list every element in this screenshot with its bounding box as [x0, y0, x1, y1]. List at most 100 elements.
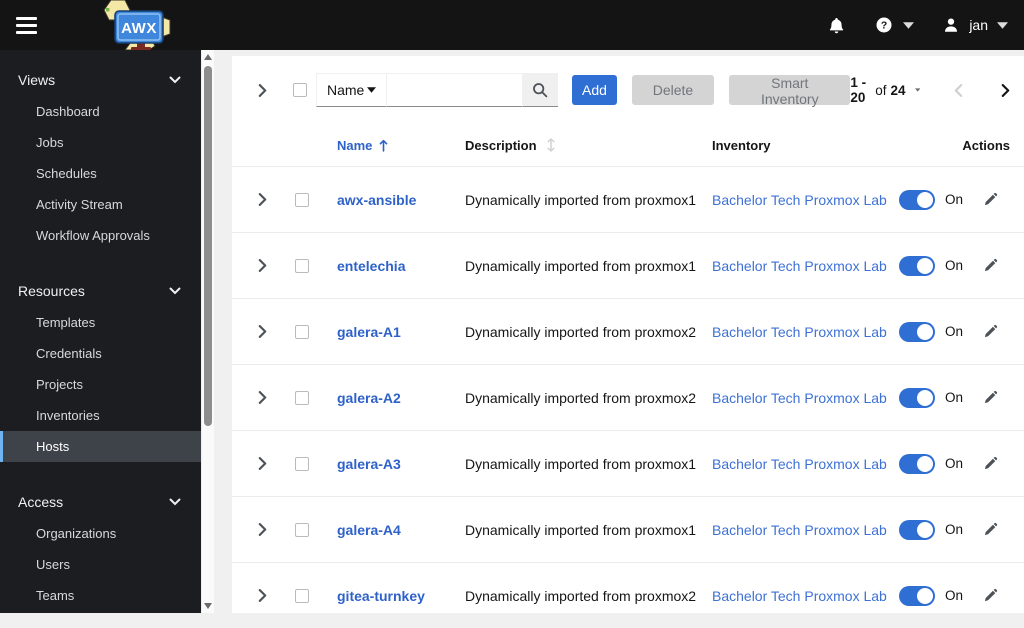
row-expand-chevron-icon[interactable] — [232, 193, 282, 206]
nav-section-access-header[interactable]: Access — [0, 486, 201, 518]
search-button[interactable] — [522, 73, 559, 107]
question-circle-icon: ? — [876, 17, 892, 33]
table-row: gitea-turnkey Dynamically imported from … — [232, 562, 1024, 628]
host-enabled-toggle[interactable] — [899, 255, 935, 276]
host-description: Dynamically imported from proxmox1 — [465, 455, 697, 472]
row-expand-chevron-icon[interactable] — [232, 391, 282, 404]
host-name-link[interactable]: galera-A3 — [322, 456, 450, 472]
host-enabled-toggle[interactable] — [899, 519, 935, 540]
toggle-state-label: On — [945, 588, 964, 603]
chevron-down-icon — [903, 21, 915, 29]
row-checkbox[interactable] — [295, 258, 309, 273]
row-checkbox[interactable] — [295, 192, 309, 207]
edit-host-pencil-icon[interactable] — [983, 588, 998, 603]
column-header-description[interactable]: Description — [450, 138, 697, 153]
row-expand-chevron-icon[interactable] — [232, 523, 282, 536]
sidebar-item-dashboard[interactable]: Dashboard — [0, 96, 201, 127]
expand-all-chevron-icon[interactable] — [258, 83, 267, 97]
edit-host-pencil-icon[interactable] — [983, 192, 998, 207]
pagination-prev-icon[interactable] — [954, 83, 963, 97]
sidebar-item-activity-stream[interactable]: Activity Stream — [0, 189, 201, 220]
edit-host-pencil-icon[interactable] — [983, 258, 998, 273]
user-icon — [945, 18, 958, 32]
sidebar-item-hosts[interactable]: Hosts — [0, 431, 201, 462]
sidebar-item-templates[interactable]: Templates — [0, 307, 201, 338]
row-checkbox[interactable] — [295, 522, 309, 537]
scrollbar-thumb[interactable] — [204, 66, 212, 426]
row-checkbox[interactable] — [295, 456, 309, 471]
nav-section-views-header[interactable]: Views — [0, 64, 201, 96]
nav-toggle-icon[interactable] — [16, 16, 37, 34]
host-inventory-link[interactable]: Bachelor Tech Proxmox Lab — [697, 324, 887, 340]
search-input[interactable] — [386, 73, 523, 107]
select-all-checkbox[interactable] — [293, 83, 307, 97]
masthead: AWX ? jan — [0, 0, 1024, 51]
pagination-next-icon[interactable] — [1001, 83, 1010, 97]
edit-host-pencil-icon[interactable] — [983, 456, 998, 471]
sidebar-item-jobs[interactable]: Jobs — [0, 127, 201, 158]
host-inventory-link[interactable]: Bachelor Tech Proxmox Lab — [697, 522, 887, 538]
host-enabled-toggle[interactable] — [899, 321, 935, 342]
host-enabled-toggle[interactable] — [899, 189, 935, 210]
row-checkbox[interactable] — [295, 324, 309, 339]
pagination-range: 1 - 20 — [850, 75, 867, 105]
caret-down-icon — [914, 88, 920, 92]
notifications-bell-icon[interactable] — [827, 16, 846, 35]
page-scrollbar[interactable] — [201, 50, 214, 613]
host-name-link[interactable]: galera-A4 — [322, 522, 450, 538]
edit-host-pencil-icon[interactable] — [983, 522, 998, 537]
host-inventory-link[interactable]: Bachelor Tech Proxmox Lab — [697, 258, 887, 274]
edit-host-pencil-icon[interactable] — [983, 324, 998, 339]
user-menu[interactable]: jan — [942, 16, 1008, 34]
row-expand-chevron-icon[interactable] — [232, 457, 282, 470]
nav-section-resources-header[interactable]: Resources — [0, 275, 201, 307]
masthead-right: ? jan — [827, 15, 1024, 35]
sidebar-item-organizations[interactable]: Organizations — [0, 518, 201, 549]
filter-key-select[interactable]: Name — [316, 73, 387, 107]
help-menu[interactable]: ? — [874, 15, 915, 35]
host-name-link[interactable]: awx-ansible — [322, 192, 450, 208]
host-inventory-link[interactable]: Bachelor Tech Proxmox Lab — [697, 192, 887, 208]
awx-logo[interactable]: AWX — [59, 0, 171, 51]
toggle-state-label: On — [945, 258, 964, 273]
host-inventory-link[interactable]: Bachelor Tech Proxmox Lab — [697, 390, 887, 406]
row-expand-chevron-icon[interactable] — [232, 325, 282, 338]
sidebar-item-projects[interactable]: Projects — [0, 369, 201, 400]
pagination-of-label: of — [875, 82, 887, 98]
host-name-link[interactable]: galera-A2 — [322, 390, 450, 406]
row-expand-chevron-icon[interactable] — [232, 259, 282, 272]
host-description: Dynamically imported from proxmox2 — [465, 587, 697, 604]
host-enabled-toggle[interactable] — [899, 585, 935, 606]
host-description: Dynamically imported from proxmox1 — [465, 191, 697, 208]
pagination-summary[interactable]: 1 - 20 of 24 — [850, 75, 920, 105]
column-header-name[interactable]: Name — [322, 138, 450, 153]
host-enabled-toggle[interactable] — [899, 453, 935, 474]
row-checkbox[interactable] — [295, 588, 309, 603]
table-row: galera-A1 Dynamically imported from prox… — [232, 298, 1024, 364]
host-name-link[interactable]: galera-A1 — [322, 324, 450, 340]
row-checkbox[interactable] — [295, 390, 309, 405]
smart-inventory-button[interactable]: Smart Inventory — [729, 75, 851, 107]
sidebar-item-users[interactable]: Users — [0, 549, 201, 580]
main-content: Name Add Delete Smart Inventory 1 - 20 o… — [214, 50, 1024, 613]
host-name-link[interactable]: gitea-turnkey — [322, 588, 450, 604]
scroll-up-icon[interactable] — [204, 54, 212, 60]
section-label: Access — [18, 494, 64, 510]
sidebar-item-workflow-approvals[interactable]: Workflow Approvals — [0, 220, 201, 251]
host-name-link[interactable]: entelechia — [322, 258, 450, 274]
host-inventory-link[interactable]: Bachelor Tech Proxmox Lab — [697, 456, 887, 472]
add-button[interactable]: Add — [572, 75, 617, 105]
host-enabled-toggle[interactable] — [899, 387, 935, 408]
delete-button[interactable]: Delete — [631, 75, 715, 105]
host-description: Dynamically imported from proxmox2 — [465, 323, 697, 340]
sidebar-item-teams[interactable]: Teams — [0, 580, 201, 611]
host-inventory-link[interactable]: Bachelor Tech Proxmox Lab — [697, 588, 887, 604]
edit-host-pencil-icon[interactable] — [983, 390, 998, 405]
sidebar-item-credentials[interactable]: Credentials — [0, 338, 201, 369]
sidebar-item-inventories[interactable]: Inventories — [0, 400, 201, 431]
sidebar-item-schedules[interactable]: Schedules — [0, 158, 201, 189]
column-label: Name — [337, 137, 373, 153]
row-expand-chevron-icon[interactable] — [232, 589, 282, 602]
scroll-down-icon[interactable] — [204, 603, 212, 609]
table-row: galera-A4 Dynamically imported from prox… — [232, 496, 1024, 562]
